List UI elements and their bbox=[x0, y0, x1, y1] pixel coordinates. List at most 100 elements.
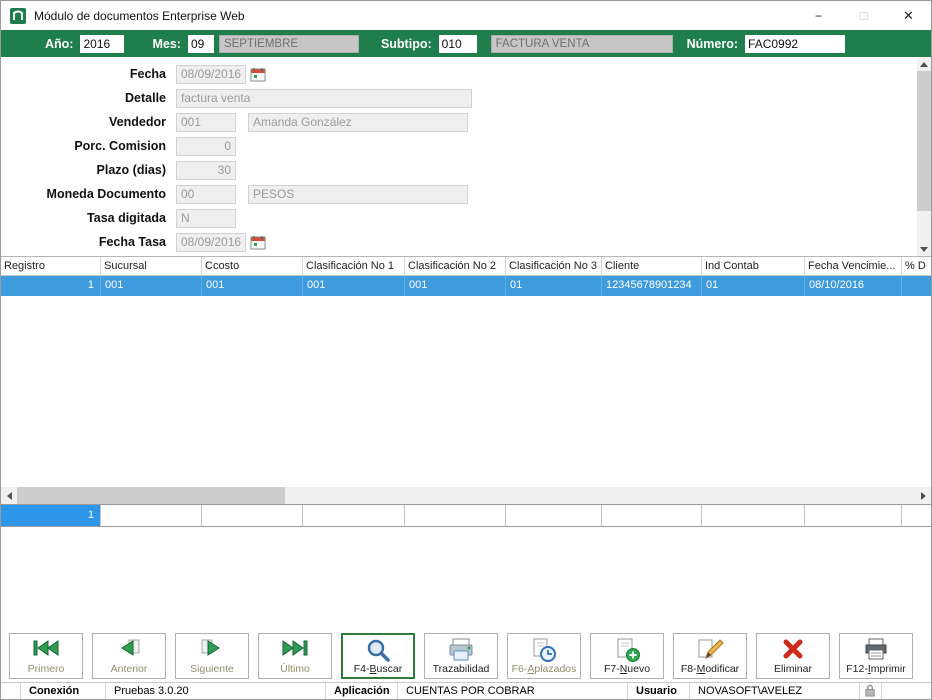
scrollbar-thumb[interactable] bbox=[917, 71, 931, 211]
scroll-left-arrow[interactable] bbox=[1, 487, 17, 504]
application-label: Aplicación bbox=[326, 683, 398, 699]
previous-icon bbox=[121, 639, 140, 656]
fecha-field[interactable]: 08/09/2016 bbox=[176, 64, 246, 84]
column-header-ccosto[interactable]: Ccosto bbox=[202, 257, 303, 275]
summary-cell bbox=[101, 505, 202, 526]
number-input[interactable] bbox=[745, 34, 846, 53]
scrollbar-thumb[interactable] bbox=[17, 487, 285, 504]
label-pre: F4- bbox=[353, 662, 370, 675]
minimize-button[interactable]: − bbox=[796, 1, 841, 30]
moneda-name-field: PESOS bbox=[248, 184, 468, 204]
column-header-porc-d[interactable]: % D bbox=[902, 257, 932, 275]
tasa-digitada-field[interactable]: N bbox=[176, 208, 236, 228]
plazo-field[interactable]: 30 bbox=[176, 160, 236, 180]
grid-horizontal-scrollbar[interactable] bbox=[1, 487, 931, 504]
subtype-label: Subtipo: bbox=[380, 36, 432, 51]
last-button[interactable]: Último bbox=[258, 632, 332, 679]
fecha-tasa-calendar-button[interactable] bbox=[250, 235, 266, 250]
column-header-cliente[interactable]: Cliente bbox=[602, 257, 702, 275]
summary-cell bbox=[902, 505, 932, 526]
modify-button[interactable]: F8-Modificar bbox=[673, 632, 747, 679]
traceability-icon bbox=[449, 638, 473, 660]
tasa-digitada-label: Tasa digitada bbox=[87, 211, 166, 225]
column-header-fecha-vencimiento[interactable]: Fecha Vencimie... bbox=[805, 257, 902, 275]
delete-icon bbox=[783, 639, 803, 658]
column-header-ind-contab[interactable]: Ind Contab bbox=[702, 257, 805, 275]
print-button[interactable]: F12-Imprimir bbox=[839, 632, 913, 679]
first-button[interactable]: Primero bbox=[9, 632, 83, 679]
number-label: Número: bbox=[686, 36, 739, 51]
print-icon bbox=[865, 638, 887, 659]
new-button[interactable]: F7-Nuevo bbox=[590, 632, 664, 679]
deferred-button[interactable]: F6-Aplazados bbox=[507, 632, 581, 679]
connection-label: Conexión bbox=[21, 683, 106, 699]
status-filler bbox=[882, 683, 931, 699]
label-pre: F12- bbox=[846, 662, 868, 675]
grid-header-row: Registro Sucursal Ccosto Clasificación N… bbox=[1, 256, 931, 276]
label-pre: Último bbox=[280, 662, 310, 675]
column-header-sucursal[interactable]: Sucursal bbox=[101, 257, 202, 275]
vendedor-label: Vendedor bbox=[109, 115, 166, 129]
maximize-button[interactable]: □ bbox=[841, 1, 886, 30]
next-button[interactable]: Siguiente bbox=[175, 632, 249, 679]
button-label: Siguiente bbox=[190, 663, 234, 675]
label-post: uscar bbox=[376, 662, 403, 675]
app-window: Módulo de documentos Enterprise Web − □ … bbox=[0, 0, 932, 700]
button-label: Eliminar bbox=[774, 663, 812, 675]
summary-cell bbox=[602, 505, 702, 526]
column-header-clasificacion-3[interactable]: Clasificación No 3 bbox=[506, 257, 602, 275]
column-header-registro[interactable]: Registro bbox=[1, 257, 101, 275]
traceability-button[interactable]: Trazabilidad bbox=[424, 632, 498, 679]
porc-comision-field[interactable]: 0 bbox=[176, 136, 236, 156]
scroll-down-arrow[interactable] bbox=[917, 242, 931, 256]
summary-cell bbox=[506, 505, 602, 526]
calendar-icon bbox=[250, 67, 266, 81]
form-vertical-scrollbar[interactable] bbox=[917, 57, 931, 256]
moneda-code-field[interactable]: 00 bbox=[176, 184, 236, 204]
summary-cell bbox=[805, 505, 902, 526]
status-bar: Conexión Pruebas 3.0.20 Aplicación CUENT… bbox=[1, 682, 931, 699]
form-row-fecha: Fecha 08/09/2016 bbox=[1, 62, 931, 86]
detalle-field[interactable]: factura venta bbox=[176, 88, 472, 108]
next-icon bbox=[201, 639, 220, 656]
month-input[interactable] bbox=[187, 34, 214, 53]
delete-button[interactable]: Eliminar bbox=[756, 632, 830, 679]
label-pre: F8- bbox=[680, 662, 697, 675]
fecha-tasa-field[interactable]: 08/09/2016 bbox=[176, 232, 246, 252]
grid-body-empty[interactable] bbox=[1, 296, 931, 487]
label-pre: Siguiente bbox=[190, 662, 234, 675]
grid-cell-fecha-vencimiento: 08/10/2016 bbox=[805, 276, 902, 296]
label-pre: Anterior bbox=[110, 662, 148, 675]
search-button[interactable]: F4-Buscar bbox=[341, 632, 415, 679]
deferred-icon bbox=[533, 638, 556, 662]
scroll-up-arrow[interactable] bbox=[917, 57, 931, 71]
grid-selected-row[interactable]: 1 001 001 001 001 01 12345678901234 01 0… bbox=[1, 276, 931, 296]
subtype-name-field: FACTURA VENTA bbox=[490, 34, 673, 53]
summary-cell bbox=[303, 505, 405, 526]
empty-area bbox=[1, 527, 931, 631]
triangle-left-icon bbox=[6, 491, 12, 500]
form-row-moneda: Moneda Documento 00 PESOS bbox=[1, 182, 931, 206]
form-row-detalle: Detalle factura venta bbox=[1, 86, 931, 110]
summary-cell bbox=[405, 505, 506, 526]
year-input[interactable] bbox=[80, 34, 125, 53]
column-header-clasificacion-1[interactable]: Clasificación No 1 bbox=[303, 257, 405, 275]
label-pre: F7- bbox=[603, 662, 620, 675]
scroll-right-arrow[interactable] bbox=[915, 487, 931, 504]
connection-value: Pruebas 3.0.20 bbox=[106, 683, 326, 699]
vendedor-code-field[interactable]: 001 bbox=[176, 112, 236, 132]
grid-summary-row: 1 bbox=[1, 504, 931, 527]
column-header-clasificacion-2[interactable]: Clasificación No 2 bbox=[405, 257, 506, 275]
grid-cell-clasificacion-3: 01 bbox=[506, 276, 602, 296]
label-pre: F6- bbox=[511, 662, 528, 675]
grid-cell-registro: 1 bbox=[1, 276, 101, 296]
close-button[interactable]: ✕ bbox=[886, 1, 931, 30]
porc-comision-label: Porc. Comision bbox=[74, 139, 166, 153]
fecha-calendar-button[interactable] bbox=[250, 67, 266, 82]
previous-button[interactable]: Anterior bbox=[92, 632, 166, 679]
subtype-input[interactable] bbox=[438, 34, 477, 53]
application-value: CUENTAS POR COBRAR bbox=[398, 683, 628, 699]
grid-cell-cliente: 12345678901234 bbox=[602, 276, 702, 296]
fecha-label: Fecha bbox=[129, 67, 166, 81]
grid-cell-porc-d bbox=[902, 276, 932, 296]
